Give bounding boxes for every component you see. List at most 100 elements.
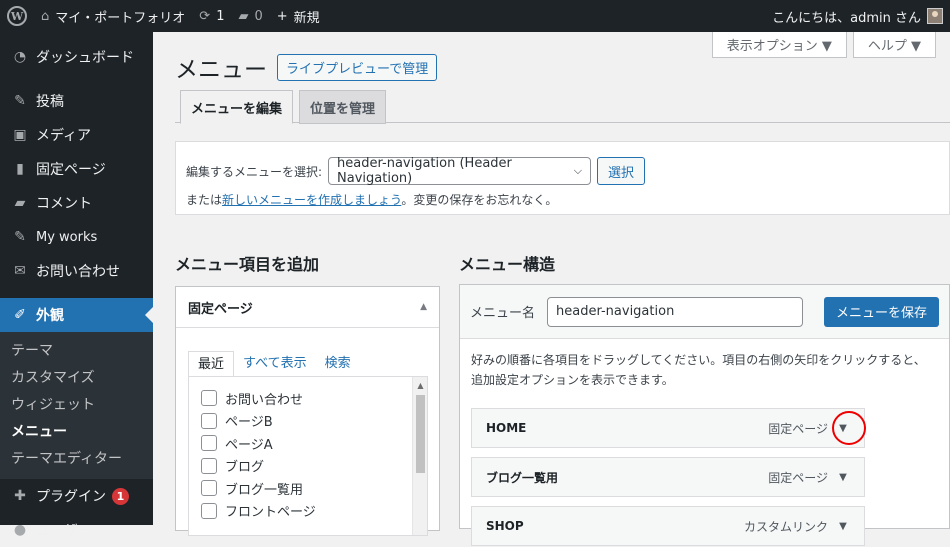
add-menu-items-heading: メニュー項目を追加 [175,255,320,274]
menu-select-dropdown[interactable]: header-navigation (Header Navigation) ⌵ [328,156,592,186]
sidebar-item-label: コメント [36,196,92,212]
mail-icon: ✉ [14,263,26,279]
updates-link[interactable]: ⟳ 1 [192,0,231,32]
plugins-update-badge: 1 [112,487,129,505]
list-item[interactable]: お問い合わせ [201,387,316,410]
submenu-item-themes[interactable]: テーマ [0,338,153,365]
submenu-item-widgets[interactable]: ウィジェット [0,392,153,419]
greeting: こんにちは、admin さん [772,10,921,26]
submenu-item-theme-editor[interactable]: テーマエディター [0,446,153,473]
plugin-icon: ✚ [14,488,26,504]
sidebar-item-label: お問い合わせ [36,264,120,280]
tab-search[interactable]: 検索 [316,351,360,377]
menu-name-label: メニュー名 [470,306,536,321]
scrollbar-thumb[interactable] [416,395,425,473]
sidebar-item-label: 投稿 [36,94,64,110]
sidebar-item-appearance[interactable]: ✐ 外観 [0,298,153,332]
checkbox[interactable] [201,457,217,474]
sidebar-item-comments[interactable]: ▰ コメント [0,186,153,220]
list-item[interactable]: ページB [201,410,316,433]
page-icon: ▮ [16,161,24,177]
list-item[interactable]: フロントページ [201,500,316,523]
menu-item-type: カスタムリンク [743,519,828,534]
sidebar-item-label: プラグイン [36,489,106,505]
sidebar-item-label: ユーザー [36,523,92,539]
help-button[interactable]: ヘルプ ▼ [852,32,936,58]
drag-instructions: 好みの順番に各項目をドラッグしてください。項目の右側の矢印をクリックすると、追加… [471,353,926,387]
site-name-link[interactable]: ⌂ マイ・ポートフォリオ [34,0,192,32]
page-label: ブログ [225,460,265,476]
sidebar-item-pages[interactable]: ▮ 固定ページ [0,152,153,186]
create-new-menu-link[interactable]: 新しいメニューを作成しましょう [222,193,401,207]
submenu-item-customize[interactable]: カスタマイズ [0,365,153,392]
pin-icon: ✎ [14,229,26,245]
comments-link[interactable]: ▰ 0 [231,0,269,32]
sidebar-item-label: ダッシュボード [36,50,134,66]
pages-inner-tabs: 最近 すべて表示 検索 [188,351,360,377]
sidebar-item-media[interactable]: ▣ メディア [0,118,153,152]
hint-text-after: 。変更の保存をお忘れなく。 [401,193,558,207]
tab-manage-locations[interactable]: 位置を管理 [299,90,387,124]
manage-menus-box: 編集するメニューを選択: header-navigation (Header N… [175,141,950,215]
menu-item-title: SHOP [486,519,524,533]
checkbox[interactable] [201,480,217,497]
screen-options-button[interactable]: 表示オプション ▼ [711,32,847,58]
menu-structure-heading: メニュー構造 [459,255,556,274]
checkbox[interactable] [201,412,217,429]
create-menu-hint: または新しいメニューを作成しましょう。変更の保存をお忘れなく。 [186,191,939,208]
list-item[interactable]: ページA [201,432,316,455]
site-name: マイ・ポートフォリオ [55,10,186,26]
appearance-submenu: テーマ カスタマイズ ウィジェット メニュー テーマエディター [0,332,153,479]
expand-arrow-icon[interactable]: ▼ [836,521,850,532]
avatar [927,8,943,24]
list-item[interactable]: ブログ [201,455,316,478]
sidebar-item-contact[interactable]: ✉ お問い合わせ [0,254,153,288]
page-label: フロントページ [225,505,316,521]
checkbox[interactable] [201,390,217,407]
menu-item-type: 固定ページ [768,421,828,436]
sidebar-item-my-works[interactable]: ✎ My works [0,220,153,254]
sidebar-item-label: メディア [36,128,92,144]
wordpress-logo-menu[interactable]: W [0,0,34,32]
sidebar-item-posts[interactable]: ✎ 投稿 [0,84,153,118]
menu-item-row[interactable]: ブログ一覧用 固定ページ ▼ [471,457,865,497]
sidebar-item-users[interactable]: ● ユーザー [0,513,153,547]
paintbrush-icon: ✐ [14,307,26,323]
page-label: ページB [225,415,273,431]
menu-item-row[interactable]: HOME 固定ページ ▼ [471,408,865,448]
scrollbar[interactable]: ▲ [412,377,427,535]
selected-menu: header-navigation (Header Navigation) [337,156,512,186]
chevron-down-icon: ⌵ [573,164,583,177]
collapse-triangle-icon: ▲ [420,302,427,312]
live-preview-button[interactable]: ライブプレビューで管理 [277,53,438,81]
save-menu-button[interactable]: メニューを保存 [823,296,939,327]
tab-view-all[interactable]: すべて表示 [234,351,316,377]
list-item[interactable]: ブログ一覧用 [201,477,316,500]
my-account-link[interactable]: こんにちは、admin さん [765,0,950,32]
sidebar-item-plugins[interactable]: ✚ プラグイン 1 [0,479,153,513]
pages-checklist-panel: お問い合わせ ページB ページA ブログ ブログ一覧用 フロントページ ▲ [188,376,428,536]
menu-structure-box: メニュー名 header-navigation メニューを保存 好みの順番に各項… [459,284,950,546]
new-content-link[interactable]: + 新規 [270,0,327,32]
scroll-up-icon[interactable]: ▲ [413,381,428,390]
comments-count: 0 [254,8,263,24]
wordpress-logo-icon: W [7,6,27,26]
expand-arrow-icon[interactable]: ▼ [836,472,850,483]
dashboard-icon: ◔ [13,49,27,65]
tab-edit-menus[interactable]: メニューを編集 [180,90,294,124]
tab-most-recent[interactable]: 最近 [188,351,235,377]
checkbox[interactable] [201,502,217,519]
sidebar-item-dashboard[interactable]: ◔ ダッシュボード [0,40,153,74]
page-label: ページA [225,437,273,453]
menu-item-row[interactable]: SHOP カスタムリンク ▼ [471,506,865,546]
checkbox[interactable] [201,435,217,452]
page-label: ブログ一覧用 [225,482,304,498]
home-icon: ⌂ [41,8,50,24]
submenu-item-menus[interactable]: メニュー [0,419,153,446]
pages-accordion: 固定ページ ▲ 最近 すべて表示 検索 お問い合わせ ページB ページA ブログ … [175,286,440,536]
menu-name-input[interactable]: header-navigation [547,296,804,327]
plus-icon: + [276,8,288,24]
select-button[interactable]: 選択 [597,157,646,185]
updates-icon: ⟳ [199,8,211,24]
pages-accordion-header[interactable]: 固定ページ ▲ [176,287,439,328]
